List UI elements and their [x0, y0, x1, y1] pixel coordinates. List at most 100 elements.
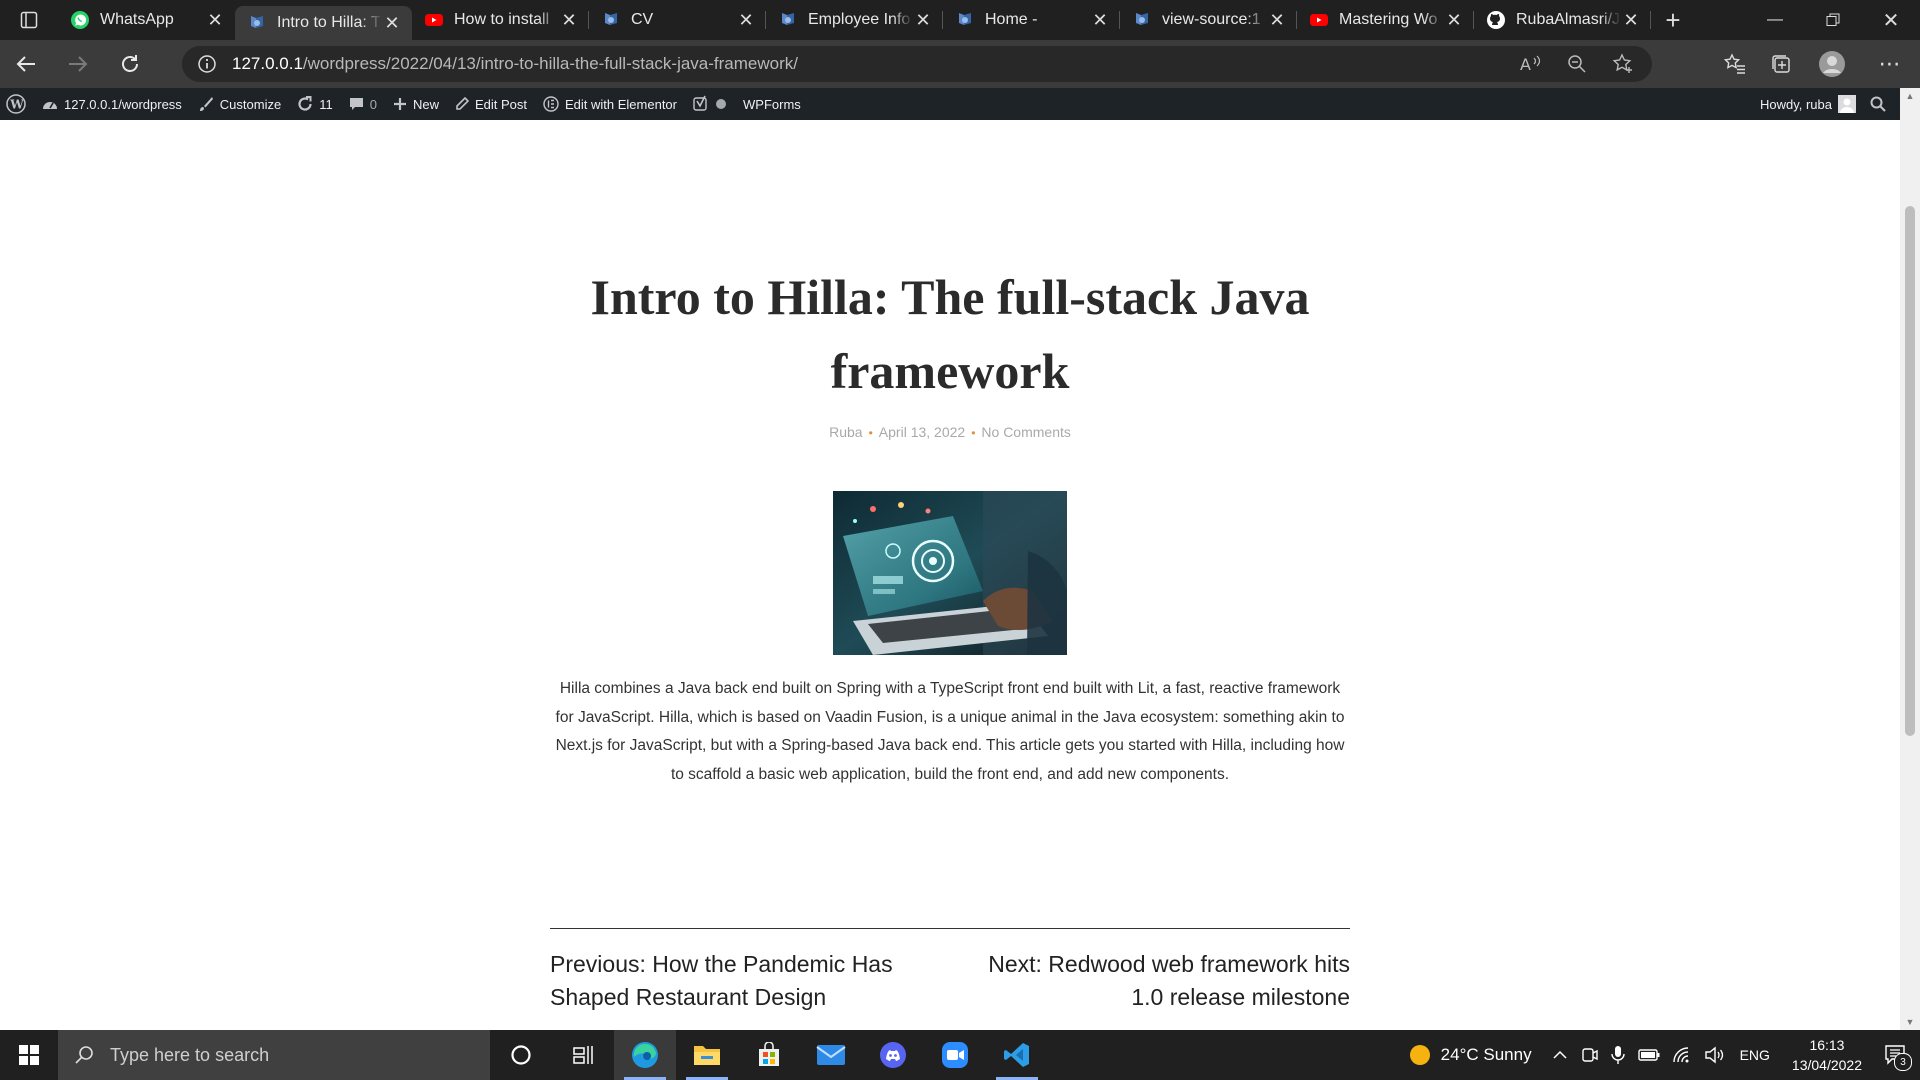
browser-tab[interactable]: Mastering Wo ✕ [1297, 0, 1474, 40]
start-button[interactable] [0, 1030, 58, 1080]
adminbar-customize-link[interactable]: Customize [190, 88, 289, 120]
browser-tab[interactable]: Home - ✕ [943, 0, 1120, 40]
zoom-button[interactable] [1554, 40, 1600, 88]
post-title: Intro to Hilla: The full-stack Java fram… [590, 269, 1310, 399]
browser-toolbar: 127.0.0.1/wordpress/2022/04/13/intro-to-… [0, 40, 1920, 88]
next-post-link[interactable]: Next: Redwood web framework hits 1.0 rel… [960, 948, 1350, 1014]
wordpress-tab-icon [247, 13, 267, 33]
taskbar-zoom[interactable] [924, 1030, 986, 1080]
cortana-circle-icon [511, 1045, 531, 1065]
browser-tab[interactable]: Intro to Hilla: T ✕ [235, 6, 412, 40]
close-tab-icon[interactable]: ✕ [559, 10, 579, 30]
adminbar-wpforms-link[interactable]: WPForms [735, 88, 809, 120]
browser-tab[interactable]: How to install ✕ [412, 0, 589, 40]
new-tab-button[interactable]: + [1653, 0, 1693, 40]
action-center-button[interactable]: 3 [1874, 1030, 1920, 1080]
browser-tab[interactable]: view-source:1 ✕ [1120, 0, 1297, 40]
youtube-icon [424, 10, 444, 30]
pencil-icon [456, 97, 469, 110]
weather-text: 24°C Sunny [1440, 1045, 1532, 1064]
taskbar-store[interactable] [738, 1030, 800, 1080]
previous-post-link[interactable]: Previous: How the Pandemic Has Shaped Re… [550, 948, 940, 1014]
updates-refresh-icon [298, 96, 312, 111]
site-info-icon[interactable] [182, 54, 232, 74]
post-navigation-divider [550, 928, 1350, 929]
taskbar-file-explorer[interactable] [676, 1030, 738, 1080]
browser-tab[interactable]: Employee Info ✕ [766, 0, 943, 40]
close-tab-icon[interactable]: ✕ [736, 10, 756, 30]
edge-browser-icon [632, 1042, 658, 1068]
taskbar-clock[interactable]: 16:13 13/04/2022 [1780, 1035, 1874, 1075]
collections-icon [1772, 55, 1790, 73]
wordpress-tab-icon [601, 10, 621, 30]
browser-tab-title: Intro to Hilla: T [277, 14, 381, 31]
notification-count-badge: 3 [1894, 1053, 1912, 1071]
adminbar-new-link[interactable]: New [385, 88, 447, 120]
wp-logo-button[interactable]: W [0, 88, 34, 120]
read-aloud-button[interactable]: A [1508, 40, 1554, 88]
adminbar-site-label: 127.0.0.1/wordpress [64, 96, 182, 112]
restore-button[interactable] [1804, 0, 1862, 40]
close-tab-icon[interactable]: ✕ [1444, 10, 1464, 30]
settings-menu-button[interactable]: ⋯ [1860, 40, 1920, 88]
adminbar-updates-link[interactable]: 11 [289, 88, 341, 120]
tab-actions-button[interactable] [0, 0, 58, 40]
address-bar[interactable]: 127.0.0.1/wordpress/2022/04/13/intro-to-… [182, 46, 1652, 82]
taskbar-vscode[interactable] [986, 1030, 1048, 1080]
close-tab-icon[interactable]: ✕ [1090, 10, 1110, 30]
taskbar-discord[interactable] [862, 1030, 924, 1080]
back-button[interactable] [0, 40, 52, 88]
refresh-button[interactable] [104, 40, 156, 88]
brush-icon [199, 97, 213, 111]
adminbar-howdy-label: Howdy, ruba [1759, 96, 1832, 112]
adminbar-yoast-link[interactable] [685, 88, 735, 120]
favorites-button[interactable] [1712, 40, 1758, 88]
weather-widget[interactable]: 24°C Sunny [1403, 1030, 1546, 1080]
forward-button[interactable] [52, 40, 104, 88]
adminbar-search-button[interactable] [1864, 88, 1900, 120]
taskbar-search-box[interactable]: Type here to search [58, 1030, 490, 1080]
adminbar-account-menu[interactable]: Howdy, ruba [1752, 88, 1864, 120]
profile-button[interactable] [1804, 40, 1860, 88]
scrollbar-thumb[interactable] [1905, 206, 1915, 736]
microphone-button[interactable] [1604, 1030, 1632, 1080]
favorites-icon [1724, 53, 1745, 74]
battery-icon [1637, 1049, 1660, 1061]
task-view-button[interactable] [552, 1030, 614, 1080]
adminbar-edit-post-link[interactable]: Edit Post [447, 88, 535, 120]
post-date[interactable]: April 13, 2022 [879, 424, 965, 440]
page-scrollbar[interactable]: ▲ ▼ [1900, 88, 1920, 1030]
taskbar-mail[interactable] [800, 1030, 862, 1080]
minimize-button[interactable]: — [1746, 0, 1804, 40]
volume-button[interactable] [1698, 1030, 1730, 1080]
browser-tab[interactable]: CV ✕ [589, 0, 766, 40]
zoom-app-icon [942, 1042, 968, 1068]
adminbar-comments-count: 0 [369, 96, 377, 112]
input-language-button[interactable]: ENG [1730, 1030, 1780, 1080]
post-comments-link[interactable]: No Comments [981, 424, 1070, 440]
collections-button[interactable] [1758, 40, 1804, 88]
browser-tab[interactable]: WhatsApp ✕ [58, 0, 235, 40]
meet-now-button[interactable] [1574, 1030, 1604, 1080]
close-tab-icon[interactable]: ✕ [205, 10, 225, 30]
scroll-up-arrow-icon[interactable]: ▲ [1900, 88, 1920, 104]
system-tray: 24°C Sunny ENG 16:13 13/04/2022 3 [1403, 1030, 1920, 1080]
taskbar-edge[interactable] [614, 1030, 676, 1080]
adminbar-comments-link[interactable]: 0 [341, 88, 385, 120]
show-hidden-icons-button[interactable] [1546, 1030, 1574, 1080]
scroll-down-arrow-icon[interactable]: ▼ [1900, 1014, 1920, 1030]
close-tab-icon[interactable]: ✕ [1621, 10, 1641, 30]
adminbar-site-link[interactable]: 127.0.0.1/wordpress [34, 88, 190, 120]
post-author-link[interactable]: Ruba [829, 424, 862, 440]
cortana-button[interactable] [490, 1030, 552, 1080]
close-tab-icon[interactable]: ✕ [1267, 10, 1287, 30]
network-button[interactable] [1666, 1030, 1698, 1080]
battery-button[interactable] [1632, 1030, 1666, 1080]
browser-tab-title: Mastering Wo [1339, 11, 1438, 28]
close-tab-icon[interactable]: ✕ [913, 10, 933, 30]
add-favorite-button[interactable] [1600, 40, 1646, 88]
close-tab-icon[interactable]: ✕ [382, 13, 402, 33]
close-window-button[interactable]: ✕ [1862, 0, 1920, 40]
browser-tab[interactable]: RubaAlmasri/J ✕ [1474, 0, 1651, 40]
adminbar-elementor-link[interactable]: Edit with Elementor [535, 88, 685, 120]
